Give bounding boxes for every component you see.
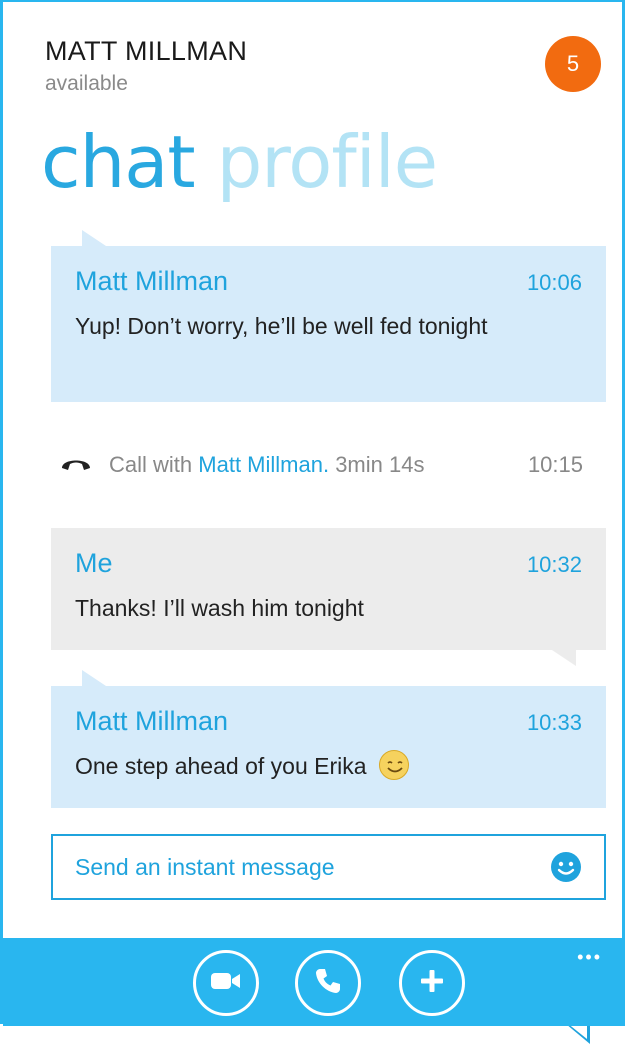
phone-call-icon bbox=[313, 966, 343, 1001]
contact-name[interactable]: MATT MILLMAN bbox=[45, 36, 247, 67]
message-time: 10:33 bbox=[526, 710, 582, 735]
add-button[interactable] bbox=[399, 950, 465, 1016]
message-text: Yup! Don’t worry, he’ll be well fed toni… bbox=[75, 313, 488, 339]
call-contact-link[interactable]: Matt Millman. bbox=[198, 452, 329, 477]
message-bubble-incoming[interactable]: Matt Millman 10:06 Yup! Don’t worry, he’… bbox=[51, 230, 606, 402]
tab-chat[interactable]: chat bbox=[41, 120, 196, 204]
phone-hangup-icon bbox=[59, 452, 93, 479]
call-time: 10:15 bbox=[527, 452, 583, 477]
bubble-tail bbox=[82, 670, 106, 686]
message-input[interactable]: Send an instant message bbox=[51, 834, 606, 900]
message-time: 10:06 bbox=[526, 270, 582, 295]
app-bar: ••• bbox=[3, 938, 625, 1026]
message-text: Thanks! I’ll wash him tonight bbox=[75, 595, 364, 621]
message-text-row: One step ahead of you Erika bbox=[75, 749, 555, 783]
phone-call-button[interactable] bbox=[295, 950, 361, 1016]
pivot-header: chat profile bbox=[41, 120, 438, 220]
call-prefix: Call with bbox=[109, 452, 193, 477]
video-call-button[interactable] bbox=[193, 950, 259, 1016]
message-bubble-outgoing[interactable]: Me 10:32 Thanks! I’ll wash him tonight bbox=[51, 528, 606, 666]
call-log-item[interactable]: Call with Matt Millman. 3min 14s 10:15 bbox=[55, 448, 583, 484]
message-time: 10:32 bbox=[526, 552, 582, 577]
contact-status: available bbox=[45, 72, 128, 95]
bubble-tail bbox=[82, 230, 106, 246]
message-input-placeholder: Send an instant message bbox=[75, 854, 335, 880]
more-options-icon[interactable]: ••• bbox=[577, 948, 602, 966]
message-bubble-incoming[interactable]: Matt Millman 10:33 One step ahead of you… bbox=[51, 670, 606, 808]
call-duration: 3min 14s bbox=[335, 452, 425, 477]
video-call-icon bbox=[209, 969, 243, 998]
bubble-tail bbox=[552, 650, 576, 666]
notification-badge[interactable]: 5 bbox=[545, 36, 601, 92]
smiley-emoji-icon bbox=[378, 749, 409, 780]
message-sender: Matt Millman bbox=[75, 706, 229, 736]
message-text: One step ahead of you Erika bbox=[75, 753, 367, 779]
message-sender: Matt Millman bbox=[75, 266, 229, 296]
add-icon bbox=[418, 967, 446, 1000]
app-frame: MATT MILLMAN available 5 chat profile Mat… bbox=[0, 0, 625, 1044]
call-description: Call with Matt Millman. 3min 14s bbox=[109, 452, 424, 478]
tab-profile[interactable]: profile bbox=[217, 120, 438, 204]
emoticon-picker-icon[interactable] bbox=[550, 851, 582, 883]
message-sender: Me bbox=[75, 548, 113, 578]
